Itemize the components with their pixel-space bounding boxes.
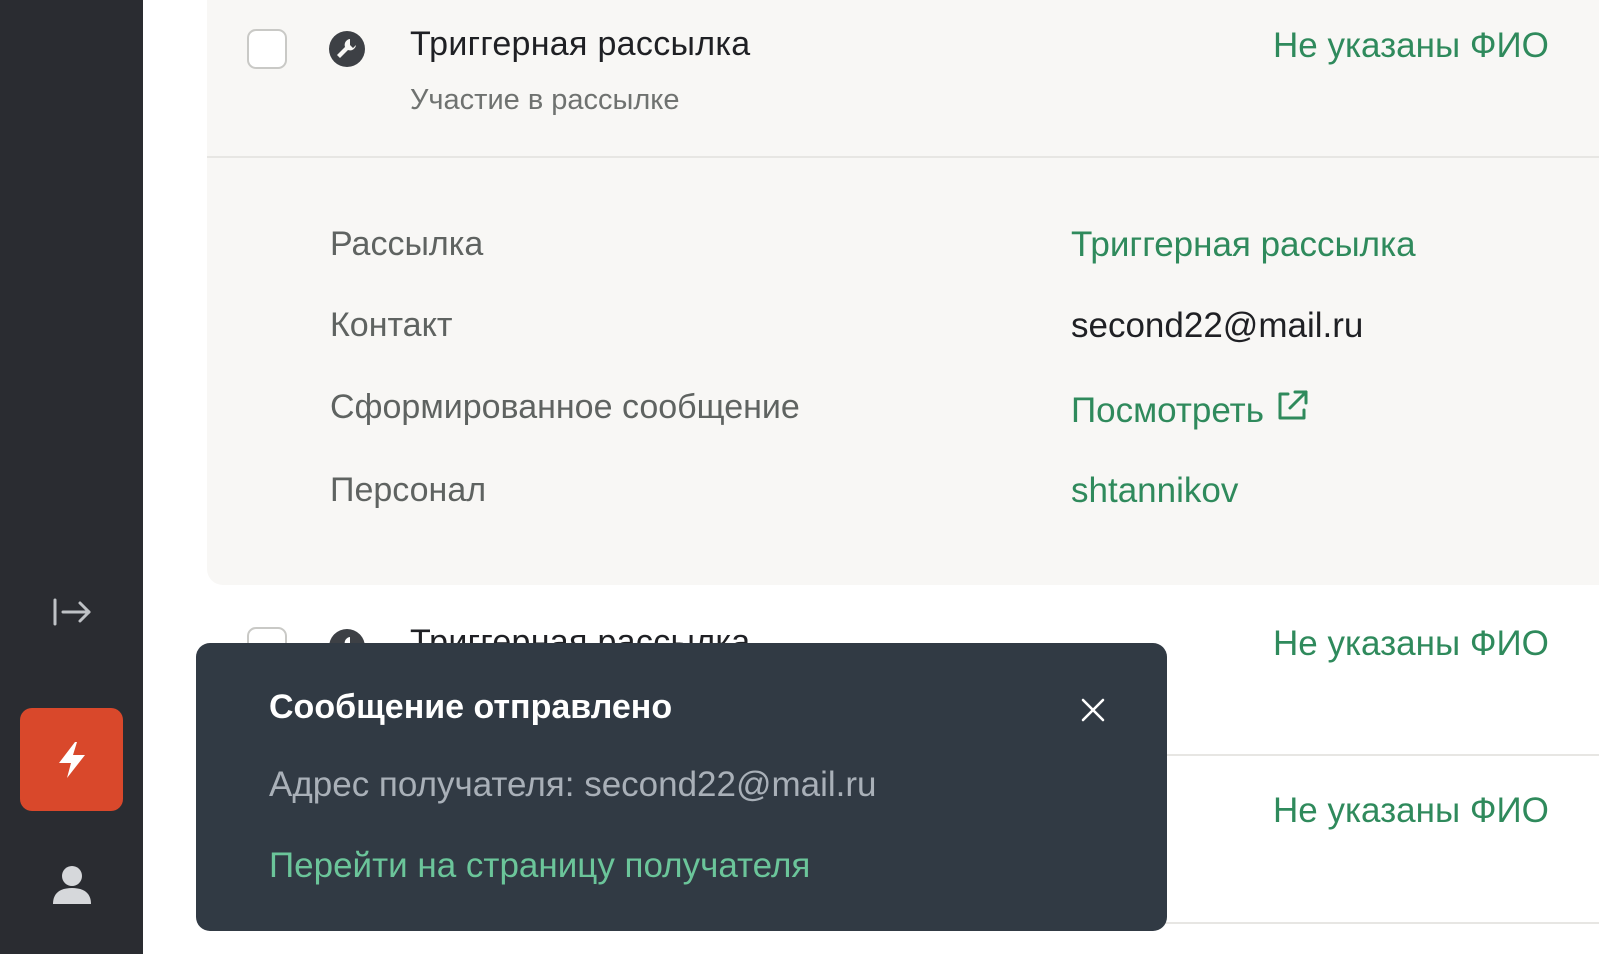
user-icon[interactable] [48, 861, 96, 909]
arrow-right-to-bar-icon[interactable] [48, 594, 96, 630]
row-status: Не указаны ФИО [1273, 624, 1549, 663]
detail-value-view-link[interactable]: Посмотреть [1071, 388, 1310, 431]
detail-value-contact: second22@mail.ru [1071, 306, 1364, 345]
toast-recipient-address: Адрес получателя: second22@mail.ru [269, 765, 877, 804]
row-title: Триггерная рассылка [410, 25, 751, 63]
detail-label-message: Сформированное сообщение [330, 388, 800, 426]
row-status: Не указаны ФИО [1273, 791, 1549, 830]
detail-label-staff: Персонал [330, 471, 487, 509]
lightning-icon [58, 741, 85, 778]
row-subtitle: Участие в рассылке [410, 84, 680, 116]
toast-notification: Сообщение отправлено Адрес получателя: s… [196, 643, 1167, 931]
row-checkbox[interactable] [247, 29, 287, 69]
expanded-row-header[interactable]: Триггерная рассылка Участие в рассылке Н… [207, 0, 1599, 158]
row-status: Не указаны ФИО [1273, 26, 1549, 65]
sidebar [0, 0, 143, 954]
detail-label-mailing: Рассылка [330, 225, 484, 263]
external-link-icon [1278, 390, 1308, 420]
detail-label-contact: Контакт [330, 306, 453, 344]
wrench-icon [329, 31, 365, 67]
expanded-row-card: Триггерная рассылка Участие в рассылке Н… [207, 0, 1599, 585]
detail-value-mailing-link[interactable]: Триггерная рассылка [1071, 225, 1416, 265]
toast-title: Сообщение отправлено [269, 688, 673, 726]
close-icon[interactable] [1076, 693, 1110, 727]
toast-recipient-link[interactable]: Перейти на страницу получателя [269, 846, 810, 886]
sidebar-item-triggers[interactable] [20, 708, 123, 811]
view-link-label: Посмотреть [1071, 391, 1264, 430]
detail-value-staff-link[interactable]: shtannikov [1071, 471, 1238, 511]
